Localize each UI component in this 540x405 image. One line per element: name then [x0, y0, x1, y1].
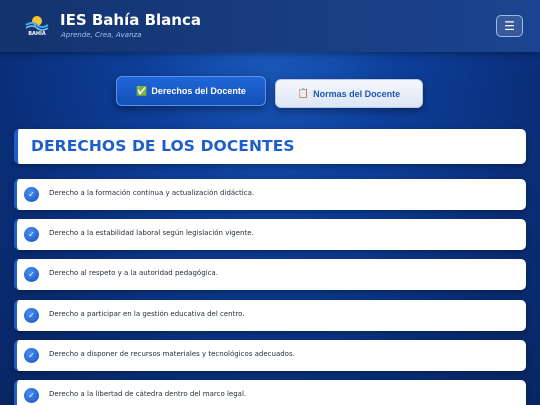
- section-header: DERECHOS DE LOS DOCENTES: [14, 129, 526, 164]
- checkmark-icon: ✓: [24, 348, 39, 363]
- checkmark-icon: ✓: [24, 388, 39, 403]
- site-tagline: Aprende, Crea, Avanza: [61, 31, 142, 39]
- item-text: Derecho a la formación continua y actual…: [49, 189, 255, 197]
- item-text: Derecho a la libertad de cátedra dentro …: [49, 390, 247, 398]
- checkmark-icon: ✓: [24, 187, 39, 202]
- tab-label: Derechos del Docente: [151, 86, 246, 96]
- top-header: BAHIA IES Bahía Blanca Aprende, Crea, Av…: [0, 0, 540, 52]
- checkmark-icon: ✓: [24, 227, 39, 242]
- tab-derechos-docente[interactable]: ✅ Derechos del Docente: [116, 76, 266, 106]
- logo-text: BAHIA: [28, 31, 46, 37]
- checkmark-icon: ✓: [24, 267, 39, 282]
- site-title[interactable]: IES Bahía Blanca: [60, 11, 201, 29]
- list-item: ✓ Derecho a la libertad de cátedra dentr…: [14, 380, 526, 405]
- hamburger-icon: ☰: [504, 19, 515, 33]
- clipboard-icon: 📋: [297, 88, 310, 98]
- section-title: DERECHOS DE LOS DOCENTES: [31, 137, 295, 155]
- list-item: ✓ Derecho al respeto y a la autoridad pe…: [14, 259, 526, 290]
- list-item: ✓ Derecho a la estabilidad laboral según…: [14, 219, 526, 250]
- list-item: ✓ Derecho a la formación continua y actu…: [14, 179, 526, 210]
- school-logo[interactable]: BAHIA: [24, 11, 50, 37]
- item-text: Derecho a disponer de recursos materiale…: [49, 350, 295, 358]
- item-text: Derecho a participar en la gestión educa…: [49, 310, 245, 318]
- item-text: Derecho al respeto y a la autoridad peda…: [49, 269, 218, 277]
- checkmark-icon: ✓: [24, 308, 39, 323]
- tab-normas-docente[interactable]: 📋 Normas del Docente: [275, 79, 423, 108]
- list-item: ✓ Derecho a participar en la gestión edu…: [14, 300, 526, 331]
- item-text: Derecho a la estabilidad laboral según l…: [49, 229, 254, 237]
- menu-button[interactable]: ☰: [496, 15, 523, 37]
- list-item: ✓ Derecho a disponer de recursos materia…: [14, 340, 526, 371]
- tab-label: Normas del Docente: [313, 88, 401, 99]
- check-icon: ✅: [136, 85, 148, 96]
